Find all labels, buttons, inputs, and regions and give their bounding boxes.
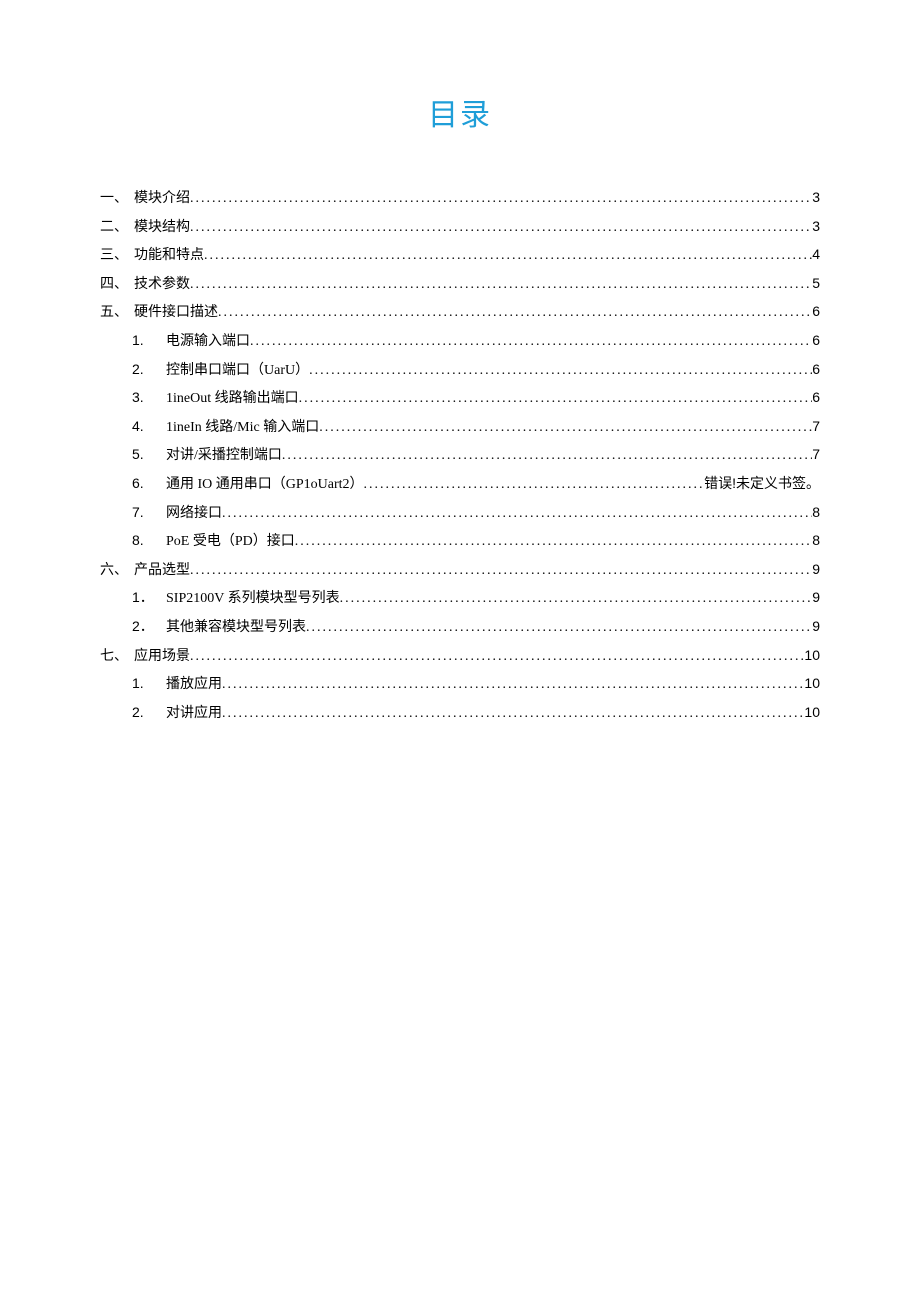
toc-label: 对讲/采播控制端口 — [166, 443, 282, 470]
toc-label: PoE 受电（PD）接口 — [166, 529, 295, 556]
toc-label: 1ineIn 线路/Mic 输入端口 — [166, 415, 319, 442]
toc-num: 8. — [132, 527, 160, 554]
toc-page: 6 — [812, 356, 820, 383]
toc-page: 10 — [804, 642, 820, 669]
toc-num: 7. — [132, 499, 160, 526]
toc-num: 5. — [132, 441, 160, 468]
toc-num: 4. — [132, 413, 160, 440]
toc-label: 应用场景 — [134, 644, 190, 671]
toc-num: 2. — [132, 356, 160, 383]
toc-label: 功能和特点 — [134, 243, 204, 270]
toc-label: SIP2100V 系列模块型号列表 — [166, 586, 340, 613]
toc-num: 六、 — [100, 558, 128, 585]
toc-page: 6 — [812, 384, 820, 411]
toc-entry: 8.PoE 受电（PD）接口 8 — [100, 527, 820, 556]
toc-num: 2． — [132, 613, 160, 640]
toc-label: 硬件接口描述 — [134, 300, 218, 327]
toc-leader — [190, 644, 804, 671]
toc-entry: 一、模块介绍 3 — [100, 184, 820, 213]
toc-leader — [295, 529, 812, 556]
toc-num: 五、 — [100, 300, 128, 327]
toc-label: 网络接口 — [166, 501, 222, 528]
toc-leader — [190, 186, 812, 213]
toc-label: 产品选型 — [134, 558, 190, 585]
toc-leader — [204, 243, 812, 270]
toc-num: 一、 — [100, 186, 128, 213]
toc-entry: 四、技术参数 5 — [100, 270, 820, 299]
toc-page: 8 — [812, 499, 820, 526]
page-title: 目录 — [100, 90, 820, 134]
toc-entry: 5.对讲/采播控制端口 7 — [100, 441, 820, 470]
toc-entry: 2.对讲应用 10 — [100, 699, 820, 728]
toc-page: 6 — [812, 298, 820, 325]
toc-leader — [222, 501, 812, 528]
toc-num: 3. — [132, 384, 160, 411]
toc-label: 1ineOut 线路输出端口 — [166, 386, 299, 413]
toc-entry: 3.1ineOut 线路输出端口 6 — [100, 384, 820, 413]
table-of-contents: 一、模块介绍 3 二、模块结构 3 三、功能和特点 4 四、技术参数 5 五、硬件接口描… — [100, 184, 820, 727]
toc-leader — [364, 472, 705, 499]
toc-num: 1. — [132, 327, 160, 354]
toc-page: 3 — [812, 184, 820, 211]
toc-leader — [306, 615, 812, 642]
toc-leader — [222, 701, 804, 728]
toc-leader — [299, 386, 813, 413]
toc-leader — [319, 415, 812, 442]
toc-page: 4 — [812, 241, 820, 268]
toc-leader — [190, 272, 812, 299]
toc-leader — [340, 586, 813, 613]
toc-page: 10 — [804, 670, 820, 697]
toc-leader — [250, 329, 812, 356]
toc-leader — [309, 358, 812, 385]
toc-entry: 6.通用 IO 通用串口（GP1oUart2） 错误!未定义书签。 — [100, 470, 820, 499]
toc-label: 对讲应用 — [166, 701, 222, 728]
toc-num: 1． — [132, 584, 160, 611]
toc-entry: 七、应用场景 10 — [100, 642, 820, 671]
toc-leader — [218, 300, 812, 327]
toc-leader — [282, 443, 812, 470]
toc-page: 7 — [812, 441, 820, 468]
toc-page: 7 — [812, 413, 820, 440]
toc-entry: 1.电源输入端口 6 — [100, 327, 820, 356]
toc-label: 电源输入端口 — [166, 329, 250, 356]
toc-page: 8 — [812, 527, 820, 554]
toc-entry: 1．SIP2100V 系列模块型号列表 9 — [100, 584, 820, 613]
toc-entry: 1.播放应用 10 — [100, 670, 820, 699]
toc-label: 其他兼容模块型号列表 — [166, 615, 306, 642]
toc-page: 9 — [812, 584, 820, 611]
toc-num: 二、 — [100, 215, 128, 242]
toc-page: 6 — [812, 327, 820, 354]
toc-entry: 4.1ineIn 线路/Mic 输入端口 7 — [100, 413, 820, 442]
toc-label: 通用 IO 通用串口（GP1oUart2） — [166, 472, 364, 499]
toc-leader — [190, 215, 812, 242]
toc-label: 模块介绍 — [134, 186, 190, 213]
toc-entry: 7.网络接口 8 — [100, 499, 820, 528]
toc-label: 控制串口端口（UarU） — [166, 358, 309, 385]
toc-label: 技术参数 — [134, 272, 190, 299]
toc-label: 模块结构 — [134, 215, 190, 242]
toc-entry: 二、模块结构 3 — [100, 213, 820, 242]
toc-entry: 2．其他兼容模块型号列表 9 — [100, 613, 820, 642]
toc-leader — [190, 558, 812, 585]
toc-entry: 三、功能和特点 4 — [100, 241, 820, 270]
toc-page: 9 — [812, 613, 820, 640]
toc-num: 七、 — [100, 644, 128, 671]
toc-page: 3 — [812, 213, 820, 240]
toc-num: 6. — [132, 470, 160, 497]
toc-entry: 五、硬件接口描述 6 — [100, 298, 820, 327]
toc-num: 2. — [132, 699, 160, 726]
toc-label: 播放应用 — [166, 672, 222, 699]
toc-entry: 2.控制串口端口（UarU） 6 — [100, 356, 820, 385]
toc-page: 5 — [812, 270, 820, 297]
toc-num: 三、 — [100, 243, 128, 270]
toc-num: 四、 — [100, 272, 128, 299]
toc-leader — [222, 672, 804, 699]
toc-entry: 六、产品选型 9 — [100, 556, 820, 585]
toc-page: 错误!未定义书签。 — [704, 470, 820, 497]
toc-page: 10 — [804, 699, 820, 726]
toc-page: 9 — [812, 556, 820, 583]
toc-num: 1. — [132, 670, 160, 697]
